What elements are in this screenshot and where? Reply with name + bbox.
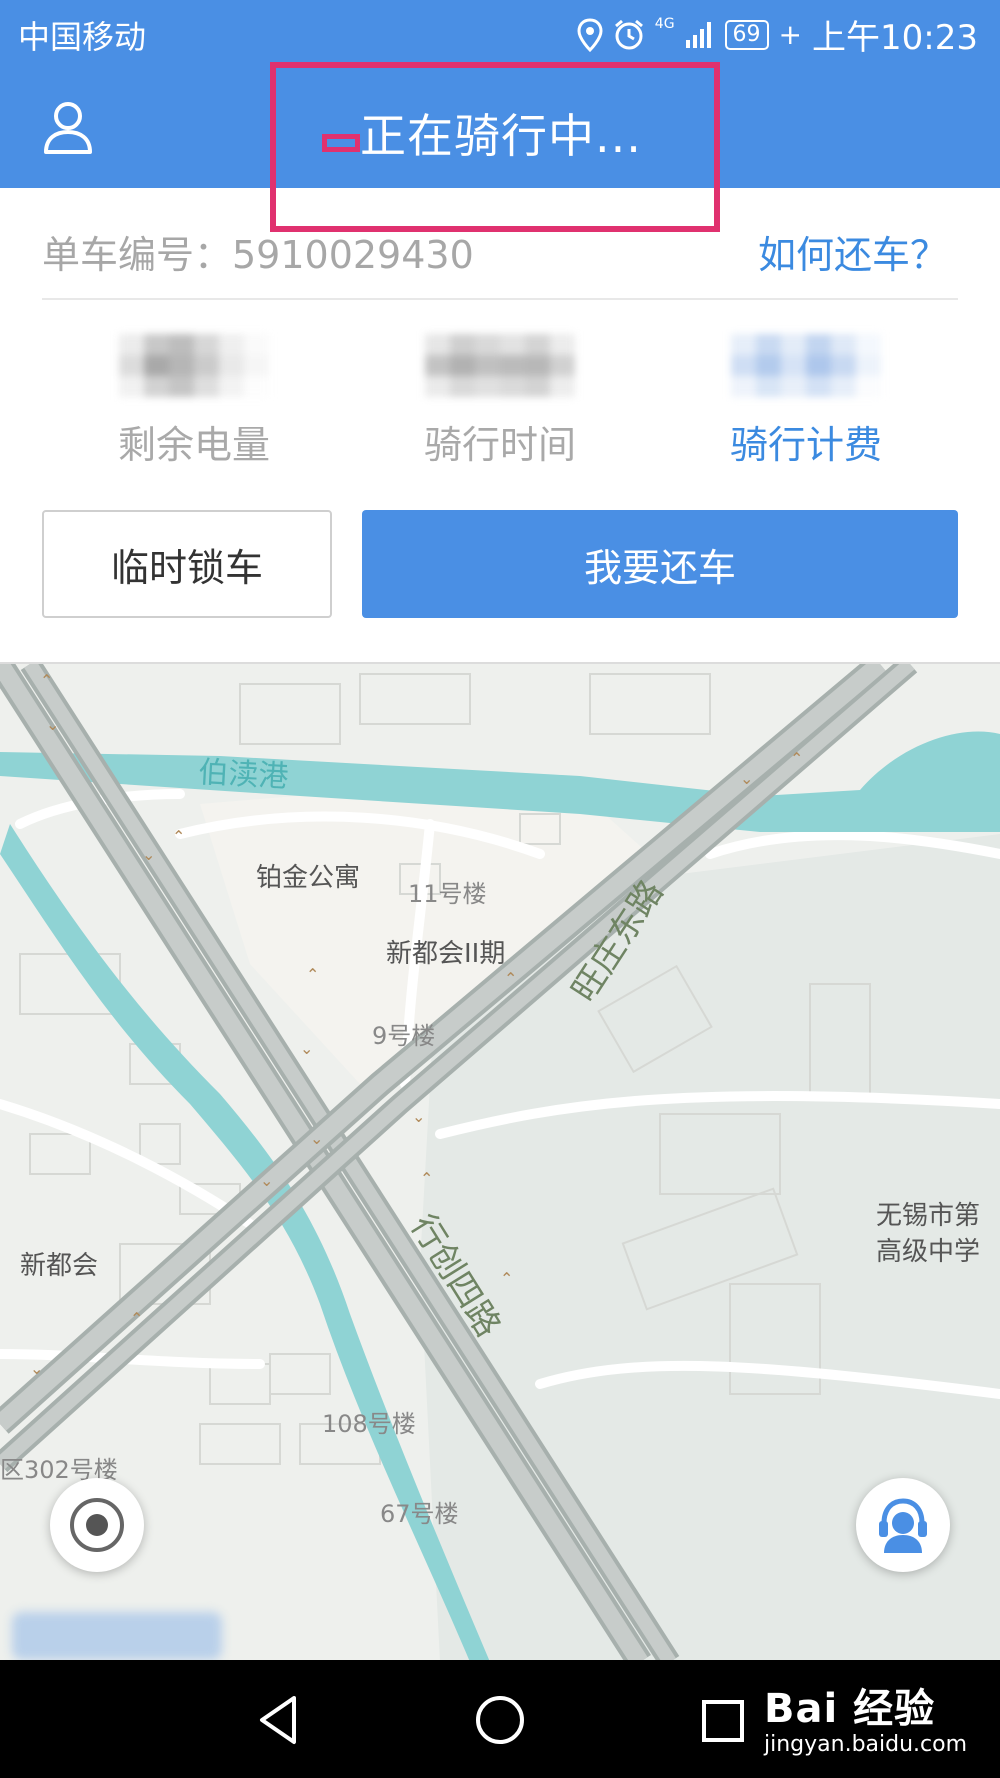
battery-stat: 剩余电量 [44, 334, 344, 469]
svg-text:⌃: ⌃ [420, 1169, 433, 1188]
map-label-school-1: 无锡市第 [876, 1201, 980, 1231]
back-button[interactable] [250, 1690, 310, 1750]
locate-me-button[interactable] [50, 1478, 144, 1572]
time-label: 骑行时间 [423, 423, 576, 467]
map-label-poi-1: 铂金公寓 [256, 863, 360, 893]
home-button[interactable] [470, 1690, 530, 1750]
charging-icon: + [778, 18, 803, 51]
map-view[interactable]: ⌃ ⌄ ⌄ ⌃ ⌃ ⌄ ⌃ ⌄ ⌃ ⌄ ⌃ ⌄ ⌄ ⌃ ⌄ ⌃ 伯渎港 铂金公寓 11号楼 新都会I… [0, 662, 1000, 1662]
map-label-poi-4: 9号楼 [372, 1022, 435, 1050]
battery-indicator: 69 [724, 19, 769, 50]
blurred-address-tag [12, 1612, 222, 1660]
time-stat: 骑行时间 [350, 334, 650, 469]
map-label-poi-3: 新都会II期 [386, 939, 505, 969]
svg-text:⌄: ⌄ [412, 1107, 425, 1126]
how-to-return-link[interactable]: 如何还车？ [758, 224, 948, 279]
back-triangle-icon [260, 1696, 296, 1744]
time-value-blurred [425, 334, 575, 397]
watermark-url: jingyan.baidu.com [764, 1732, 968, 1757]
battery-label: 剩余电量 [117, 423, 270, 467]
divider [42, 298, 958, 300]
fare-label: 骑行计费 [729, 423, 882, 467]
target-icon [70, 1498, 124, 1552]
battery-value-blurred [119, 334, 269, 397]
network-type: 4G [654, 16, 675, 32]
fare-value-blurred [731, 334, 881, 397]
fare-stat[interactable]: 骑行计费 [656, 334, 956, 469]
svg-text:⌃: ⌃ [306, 965, 319, 984]
status-icons: 4G 69 + 上午10:23 [577, 10, 978, 59]
svg-text:⌃: ⌃ [500, 1269, 513, 1288]
return-bike-button[interactable]: 我要还车 [362, 510, 958, 618]
svg-text:⌃: ⌃ [504, 969, 517, 988]
map-label-river: 伯渎港 [198, 755, 290, 795]
svg-text:⌄: ⌄ [310, 1129, 323, 1148]
svg-text:⌄: ⌄ [46, 715, 59, 734]
alarm-icon [614, 19, 643, 49]
recents-square-icon [702, 1700, 744, 1742]
profile-button[interactable] [38, 98, 98, 158]
customer-service-button[interactable] [856, 1478, 950, 1572]
home-circle-icon [476, 1696, 524, 1744]
svg-text:⌄: ⌄ [30, 1359, 43, 1378]
carrier-name: 中国移动 [18, 18, 147, 56]
svg-text:⌃: ⌃ [172, 827, 185, 846]
map-label-school-2: 高级中学 [876, 1237, 980, 1267]
map-label-poi-2: 11号楼 [408, 880, 487, 908]
map-label-poi-7: 67号楼 [380, 1500, 459, 1528]
location-icon [577, 17, 603, 52]
svg-text:⌄: ⌄ [740, 769, 753, 788]
svg-text:⌃: ⌃ [790, 749, 803, 768]
svg-text:⌄: ⌄ [142, 845, 155, 864]
annotation-mark [322, 134, 360, 152]
signal-icon [685, 21, 711, 48]
map-label-poi-6: 108号楼 [322, 1410, 416, 1438]
watermark-brand: Bai 经验 [764, 1686, 936, 1732]
recents-button[interactable] [692, 1690, 752, 1750]
headset-icon [879, 1498, 927, 1553]
baidu-jingyan-watermark: Bai 经验 jingyan.baidu.com [764, 1676, 967, 1757]
svg-text:⌄: ⌄ [260, 1171, 273, 1190]
svg-text:⌃: ⌃ [130, 1309, 143, 1328]
temp-lock-button[interactable]: 临时锁车 [42, 510, 332, 618]
bike-number: 单车编号：5910029430 [42, 233, 474, 277]
svg-text:⌃: ⌃ [40, 671, 53, 690]
svg-text:⌄: ⌄ [300, 1039, 313, 1058]
map-label-poi-5: 新都会 [20, 1251, 98, 1281]
user-icon [44, 102, 92, 154]
clock: 上午10:23 [812, 18, 978, 58]
